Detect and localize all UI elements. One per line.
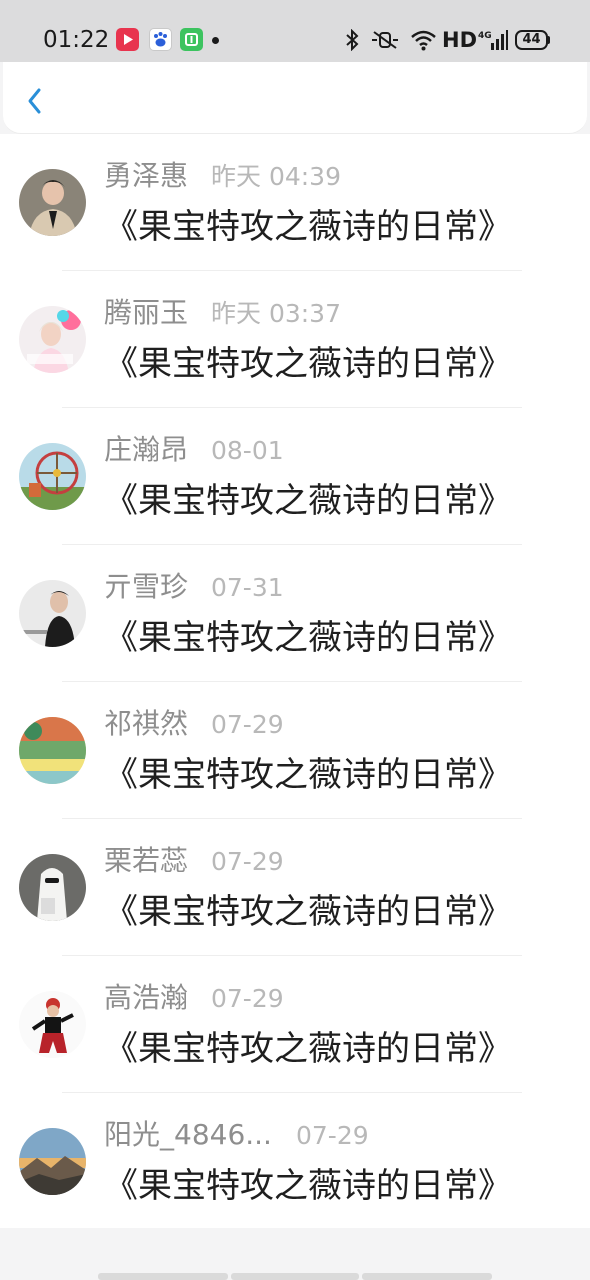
baidu-app-icon — [149, 28, 172, 51]
status-time: 01:22 — [43, 27, 110, 53]
list-item[interactable]: 腾丽玉 昨天 03:37 《果宝特攻之薇诗的日常》 — [0, 271, 590, 408]
bottom-grip-middle — [231, 1273, 359, 1280]
sender-name: 高浩瀚 — [104, 981, 189, 1014]
avatar — [19, 580, 86, 647]
message-time: 07-29 — [296, 1121, 369, 1150]
battery-tip — [547, 36, 550, 44]
chevron-left-icon — [28, 88, 41, 114]
message-time: 07-31 — [211, 573, 284, 602]
back-button[interactable] — [19, 80, 55, 120]
battery-icon: 44 — [515, 30, 548, 50]
message-title: 《果宝特攻之薇诗的日常》 — [104, 618, 512, 658]
message-time: 昨天 03:37 — [211, 299, 341, 328]
message-time: 07-29 — [211, 847, 284, 876]
bottom-grip-left — [98, 1273, 228, 1280]
list-item[interactable]: 阳光_4846... 07-29 《果宝特攻之薇诗的日常》 — [0, 1093, 590, 1230]
avatar — [19, 854, 86, 921]
message-title: 《果宝特攻之薇诗的日常》 — [104, 344, 512, 384]
list-item[interactable]: 高浩瀚 07-29 《果宝特攻之薇诗的日常》 — [0, 956, 590, 1093]
sender-name: 腾丽玉 — [104, 296, 189, 329]
signal-icon: 4G — [478, 30, 508, 50]
avatar — [19, 717, 86, 784]
notification-dot — [212, 37, 219, 44]
green-app-icon — [180, 28, 203, 51]
list-item[interactable]: 亓雪珍 07-31 《果宝特攻之薇诗的日常》 — [0, 545, 590, 682]
list-item[interactable]: 庄瀚昂 08-01 《果宝特攻之薇诗的日常》 — [0, 408, 590, 545]
message-time: 昨天 04:39 — [211, 162, 341, 191]
list-item[interactable]: 勇泽惠 昨天 04:39 《果宝特攻之薇诗的日常》 — [0, 134, 590, 271]
avatar — [19, 1128, 86, 1195]
avatar — [19, 991, 86, 1058]
message-time: 07-29 — [211, 984, 284, 1013]
message-time: 08-01 — [211, 436, 284, 465]
message-title: 《果宝特攻之薇诗的日常》 — [104, 755, 512, 795]
network-label: HD — [442, 28, 478, 52]
avatar — [19, 169, 86, 236]
avatar — [19, 306, 86, 373]
mute-icon — [372, 31, 398, 49]
bluetooth-icon — [346, 29, 359, 51]
header — [3, 62, 587, 134]
status-bar: 01:22 HD 4G 44 — [0, 0, 590, 62]
wifi-icon — [411, 30, 436, 51]
signal-label: 4G — [478, 31, 492, 41]
bottom-grip-right — [362, 1273, 492, 1280]
message-list: 勇泽惠 昨天 04:39 《果宝特攻之薇诗的日常》 腾丽玉 昨天 03:37 《… — [0, 134, 590, 1228]
list-item[interactable]: 栗若蕊 07-29 《果宝特攻之薇诗的日常》 — [0, 819, 590, 956]
sender-name: 祁祺然 — [104, 707, 189, 740]
message-title: 《果宝特攻之薇诗的日常》 — [104, 1166, 512, 1206]
message-time: 07-29 — [211, 710, 284, 739]
sender-name: 勇泽惠 — [104, 159, 189, 192]
sender-name: 阳光_4846... — [104, 1118, 272, 1151]
message-title: 《果宝特攻之薇诗的日常》 — [104, 481, 512, 521]
avatar — [19, 443, 86, 510]
message-title: 《果宝特攻之薇诗的日常》 — [104, 892, 512, 932]
video-app-icon — [116, 28, 139, 51]
sender-name: 庄瀚昂 — [104, 433, 189, 466]
sender-name: 栗若蕊 — [104, 844, 189, 877]
list-item[interactable]: 祁祺然 07-29 《果宝特攻之薇诗的日常》 — [0, 682, 590, 819]
sender-name: 亓雪珍 — [104, 570, 189, 603]
message-title: 《果宝特攻之薇诗的日常》 — [104, 207, 512, 247]
message-title: 《果宝特攻之薇诗的日常》 — [104, 1029, 512, 1069]
